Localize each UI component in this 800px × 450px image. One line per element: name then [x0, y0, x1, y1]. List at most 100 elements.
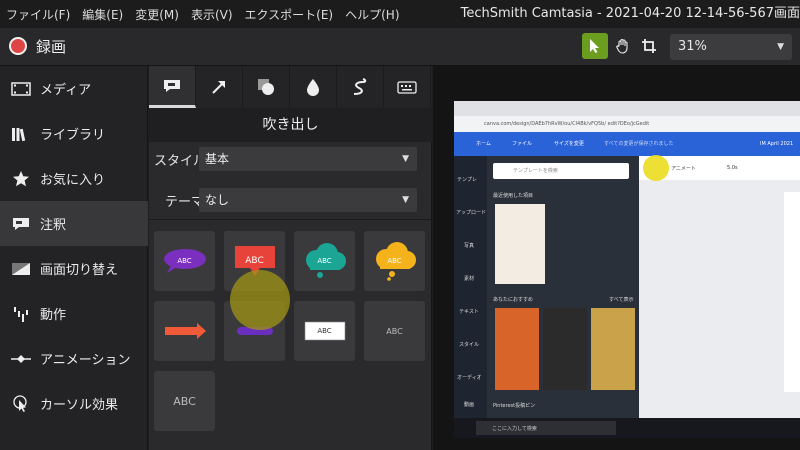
canva-template-panel: テンプレートを検索 最近使用した項目 あなたにおすすめ すべて表示 Pinter… — [487, 156, 639, 418]
drop-icon — [307, 79, 319, 96]
panel-title: 吹き出し — [149, 108, 432, 142]
style-dropdown[interactable]: 基本 ▼ — [199, 147, 417, 171]
callout-preset-teal-cloud[interactable]: ABC — [294, 231, 355, 291]
menu-view[interactable]: 表示(V) — [185, 6, 239, 23]
recommend-label: あなたにおすすめ — [493, 297, 534, 303]
canva-resize: サイズを変更 — [554, 141, 584, 147]
canva-file: ファイル — [512, 141, 533, 147]
preset-text: ABC — [317, 327, 332, 335]
tab-blur-highlight[interactable] — [290, 66, 337, 108]
keyboard-icon — [397, 81, 417, 94]
divider — [149, 219, 432, 220]
callout-preset-text-only[interactable]: ABC — [364, 301, 425, 361]
taskbar-search[interactable]: ここに入力して検索 — [476, 421, 616, 435]
cursor-effect-icon — [10, 393, 32, 415]
see-all-link[interactable]: すべて表示 — [609, 296, 633, 303]
menu-modify[interactable]: 変更(M) — [129, 6, 185, 23]
recording-preview[interactable]: canva.com/design/DAEb7hRvW/ou/CI4Bk/vFQ5… — [454, 101, 800, 438]
style-value: 基本 — [205, 152, 230, 166]
browser-tab-strip — [454, 101, 800, 116]
preset-text: ABC — [173, 394, 196, 408]
menu-help[interactable]: ヘルプ(H) — [339, 6, 405, 23]
rail-label: 動画 — [464, 402, 475, 408]
template-thumb[interactable] — [543, 308, 587, 390]
canva-page[interactable] — [784, 192, 800, 392]
sidebar-item-label: 動作 — [40, 308, 67, 323]
preset-text: ABC — [177, 257, 192, 265]
callout-preset-red-arrow[interactable] — [154, 301, 215, 361]
sidebar-item-media[interactable]: メディア — [0, 66, 148, 111]
toolbar: 録画 31% ▼ — [0, 28, 800, 66]
canva-left-rail: テンプレ アップロード 写真 素材 テキスト スタイル オーディオ 動画 — [454, 156, 487, 418]
template-thumb[interactable] — [495, 308, 539, 390]
template-thumb[interactable] — [591, 308, 635, 390]
theme-dropdown[interactable]: なし ▼ — [199, 188, 417, 212]
sidebar-item-library[interactable]: ライブラリ — [0, 111, 148, 156]
hand-icon — [616, 38, 628, 54]
tab-sketch-motion[interactable] — [337, 66, 384, 108]
tab-arrows-lines[interactable] — [196, 66, 243, 108]
callout-preset-white-box[interactable]: ABC — [294, 301, 355, 361]
callout-preset-plain-text[interactable]: ABC — [154, 371, 215, 431]
menu-edit[interactable]: 編集(E) — [76, 6, 129, 23]
pan-tool-button[interactable] — [610, 33, 636, 59]
sidebar-item-favorites[interactable]: お気に入り — [0, 156, 148, 201]
sidebar: メディア ライブラリ お気に入り 注釈 画面切り替え 動作 アニメーション カー… — [0, 66, 148, 450]
duration-button[interactable]: 5.0s — [727, 165, 738, 171]
browser-address-bar: canva.com/design/DAEb7hRvW/ou/CI4Bk/vFQ5… — [454, 116, 800, 132]
rail-label: 素材 — [464, 276, 475, 282]
sidebar-item-animations[interactable]: アニメーション — [0, 336, 148, 381]
pointer-icon — [590, 39, 599, 53]
star-icon — [10, 168, 32, 190]
zoom-dropdown[interactable]: 31% ▼ — [670, 34, 792, 60]
annotation-icon — [10, 213, 32, 235]
animation-icon — [10, 348, 32, 370]
chevron-down-icon: ▼ — [777, 42, 784, 52]
sidebar-item-transitions[interactable]: 画面切り替え — [0, 246, 148, 291]
film-icon — [10, 78, 32, 100]
windows-taskbar: ここに入力して検索 — [454, 418, 800, 438]
chevron-down-icon: ▼ — [402, 154, 409, 164]
annotations-panel: 吹き出し スタイル 基本 ▼ テーマ なし ▼ ABC ABC ABC ABC … — [149, 66, 432, 450]
rail-label: オーディオ — [457, 375, 482, 381]
tab-shapes[interactable] — [243, 66, 290, 108]
preset-text: ABC — [245, 256, 264, 266]
sidebar-item-label: 画面切り替え — [40, 263, 119, 278]
animate-button[interactable]: アニメート — [671, 165, 696, 172]
sidebar-item-behaviors[interactable]: 動作 — [0, 291, 148, 336]
sidebar-item-label: ライブラリ — [40, 128, 106, 143]
library-icon — [10, 123, 32, 145]
transition-icon — [10, 258, 32, 280]
record-button[interactable]: 録画 — [36, 36, 66, 57]
sidebar-item-annotations[interactable]: 注釈 — [0, 201, 148, 246]
canva-doc-title: IM April 2021 — [760, 141, 794, 147]
recent-label: 最近使用した項目 — [493, 193, 534, 199]
tab-callouts[interactable] — [149, 66, 196, 108]
sidebar-item-label: アニメーション — [40, 353, 131, 368]
cursor-highlight — [643, 155, 669, 181]
arrow-icon — [212, 81, 225, 94]
rail-label: テンプレ — [457, 177, 477, 183]
template-search[interactable]: テンプレートを検索 — [493, 163, 629, 179]
sidebar-item-label: カーソル効果 — [40, 398, 119, 413]
behavior-icon — [10, 303, 32, 325]
menu-export[interactable]: エクスポート(E) — [239, 6, 340, 23]
callout-preset-purple-speech[interactable]: ABC — [154, 231, 215, 291]
chevron-down-icon: ▼ — [402, 195, 409, 205]
canva-editor: アニメート 5.0s — [639, 156, 800, 418]
shapes-icon — [258, 79, 274, 95]
annotation-type-tabs — [149, 66, 432, 108]
theme-value: なし — [205, 193, 230, 207]
pinterest-label: Pinterest投稿ピン — [493, 403, 536, 409]
squiggle-icon — [353, 78, 367, 95]
record-icon[interactable] — [9, 37, 27, 55]
taskbar-search-placeholder: ここに入力して検索 — [492, 426, 537, 432]
callout-preset-yellow-cloud[interactable]: ABC — [364, 231, 425, 291]
menu-file[interactable]: ファイル(F) — [0, 6, 76, 23]
template-thumb[interactable] — [495, 204, 545, 284]
preset-text: ABC — [387, 257, 402, 265]
sidebar-item-cursor-effects[interactable]: カーソル効果 — [0, 381, 148, 426]
select-tool-button[interactable] — [582, 33, 608, 59]
crop-tool-button[interactable] — [636, 33, 662, 59]
tab-keystroke[interactable] — [384, 66, 431, 108]
